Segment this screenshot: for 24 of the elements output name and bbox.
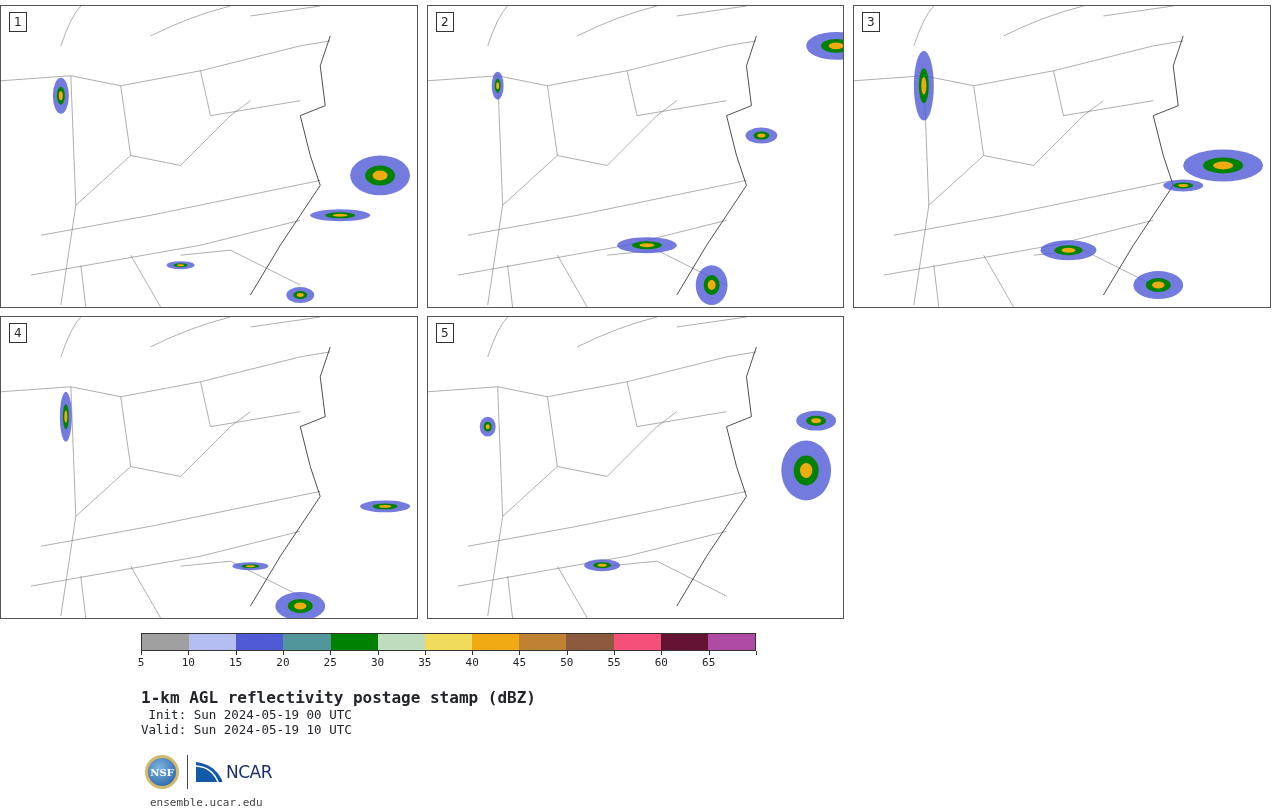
colorbar-tick-label: 20 xyxy=(276,655,290,670)
colorbar-tick-label: 55 xyxy=(607,655,621,670)
colorbar-tick-label: 5 xyxy=(137,655,145,670)
nsf-logo: NSF xyxy=(145,755,179,789)
plot-title: 1-km AGL reflectivity postage stamp (dBZ) xyxy=(141,689,537,707)
colorbar-tick-label: 50 xyxy=(560,655,574,670)
colorbar-tick-label: 60 xyxy=(654,655,668,670)
colorbar-tick-label: 10 xyxy=(181,655,195,670)
colorbar-tick-label: 35 xyxy=(418,655,432,670)
ncar-logo: NCAR xyxy=(196,762,273,782)
panel-number: 3 xyxy=(862,12,880,32)
panel-number: 4 xyxy=(9,323,27,343)
init-time: Init: Sun 2024-05-19 00 UTC xyxy=(147,707,353,722)
colorbar-tick-label: 30 xyxy=(370,655,385,670)
colorbar-tick-label: 45 xyxy=(512,655,527,670)
colorbar-tick-label: 65 xyxy=(702,655,716,670)
panel-number: 5 xyxy=(436,323,454,343)
colorbar-tick-label: 25 xyxy=(323,655,337,670)
panel-number: 1 xyxy=(9,12,27,32)
website-url: ensemble.ucar.edu xyxy=(150,795,264,809)
colorbar-tick-label: 15 xyxy=(229,655,243,670)
valid-time: Valid: Sun 2024-05-19 10 UTC xyxy=(141,722,353,737)
panel-number: 2 xyxy=(436,12,454,32)
colorbar-tick-label: 40 xyxy=(465,655,479,670)
